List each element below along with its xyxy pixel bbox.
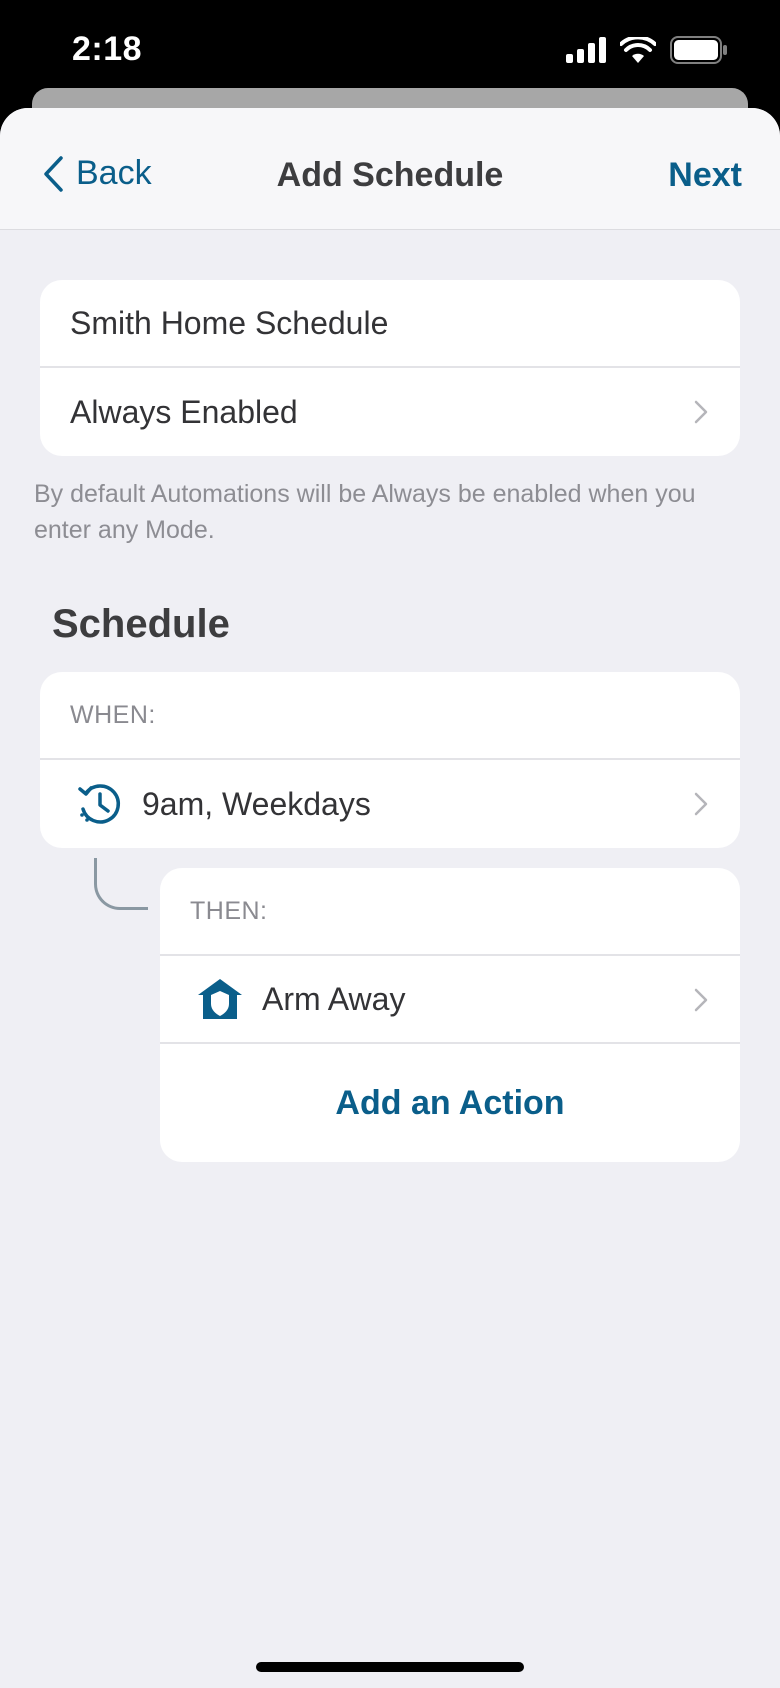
clock-history-icon — [74, 778, 126, 830]
then-label: THEN: — [190, 896, 268, 925]
when-then-connector — [94, 858, 148, 910]
schedule-section-title: Schedule — [52, 602, 230, 646]
chevron-right-icon — [694, 792, 708, 816]
when-row[interactable]: 9am, Weekdays — [40, 760, 740, 848]
status-bar: 2:18 — [0, 0, 780, 100]
enabled-row[interactable]: Always Enabled — [40, 368, 740, 456]
status-time: 2:18 — [72, 30, 143, 68]
home-shield-icon — [194, 973, 246, 1025]
battery-icon — [670, 36, 727, 64]
schedule-name-value: Smith Home Schedule — [70, 304, 389, 341]
add-action-button[interactable]: Add an Action — [160, 1044, 740, 1162]
when-card: WHEN: 9am, Weekdays — [40, 672, 740, 848]
navigation-bar: Back Add Schedule Next — [0, 108, 780, 230]
wifi-icon — [620, 37, 656, 63]
general-card: Smith Home Schedule Always Enabled — [40, 280, 740, 456]
action-label: Arm Away — [262, 980, 406, 1017]
enabled-caption: By default Automations will be Always be… — [34, 480, 696, 544]
modal-sheet: Back Add Schedule Next Smith Home Schedu… — [0, 108, 780, 1688]
then-label-row: THEN: — [160, 868, 740, 956]
next-button[interactable]: Next — [668, 156, 742, 195]
action-row[interactable]: Arm Away — [160, 956, 740, 1044]
schedule-name-field[interactable]: Smith Home Schedule — [40, 280, 740, 368]
chevron-right-icon — [694, 400, 708, 424]
when-label-row: WHEN: — [40, 672, 740, 760]
home-indicator — [256, 1662, 524, 1672]
when-value: 9am, Weekdays — [142, 785, 371, 822]
enabled-label: Always Enabled — [70, 393, 298, 430]
page-title: Add Schedule — [276, 156, 504, 194]
signal-icon — [566, 37, 606, 63]
when-label: WHEN: — [70, 700, 156, 729]
chevron-right-icon — [694, 988, 708, 1012]
then-card: THEN: Arm Away Add an Action — [160, 868, 740, 1162]
status-icons — [566, 36, 728, 64]
